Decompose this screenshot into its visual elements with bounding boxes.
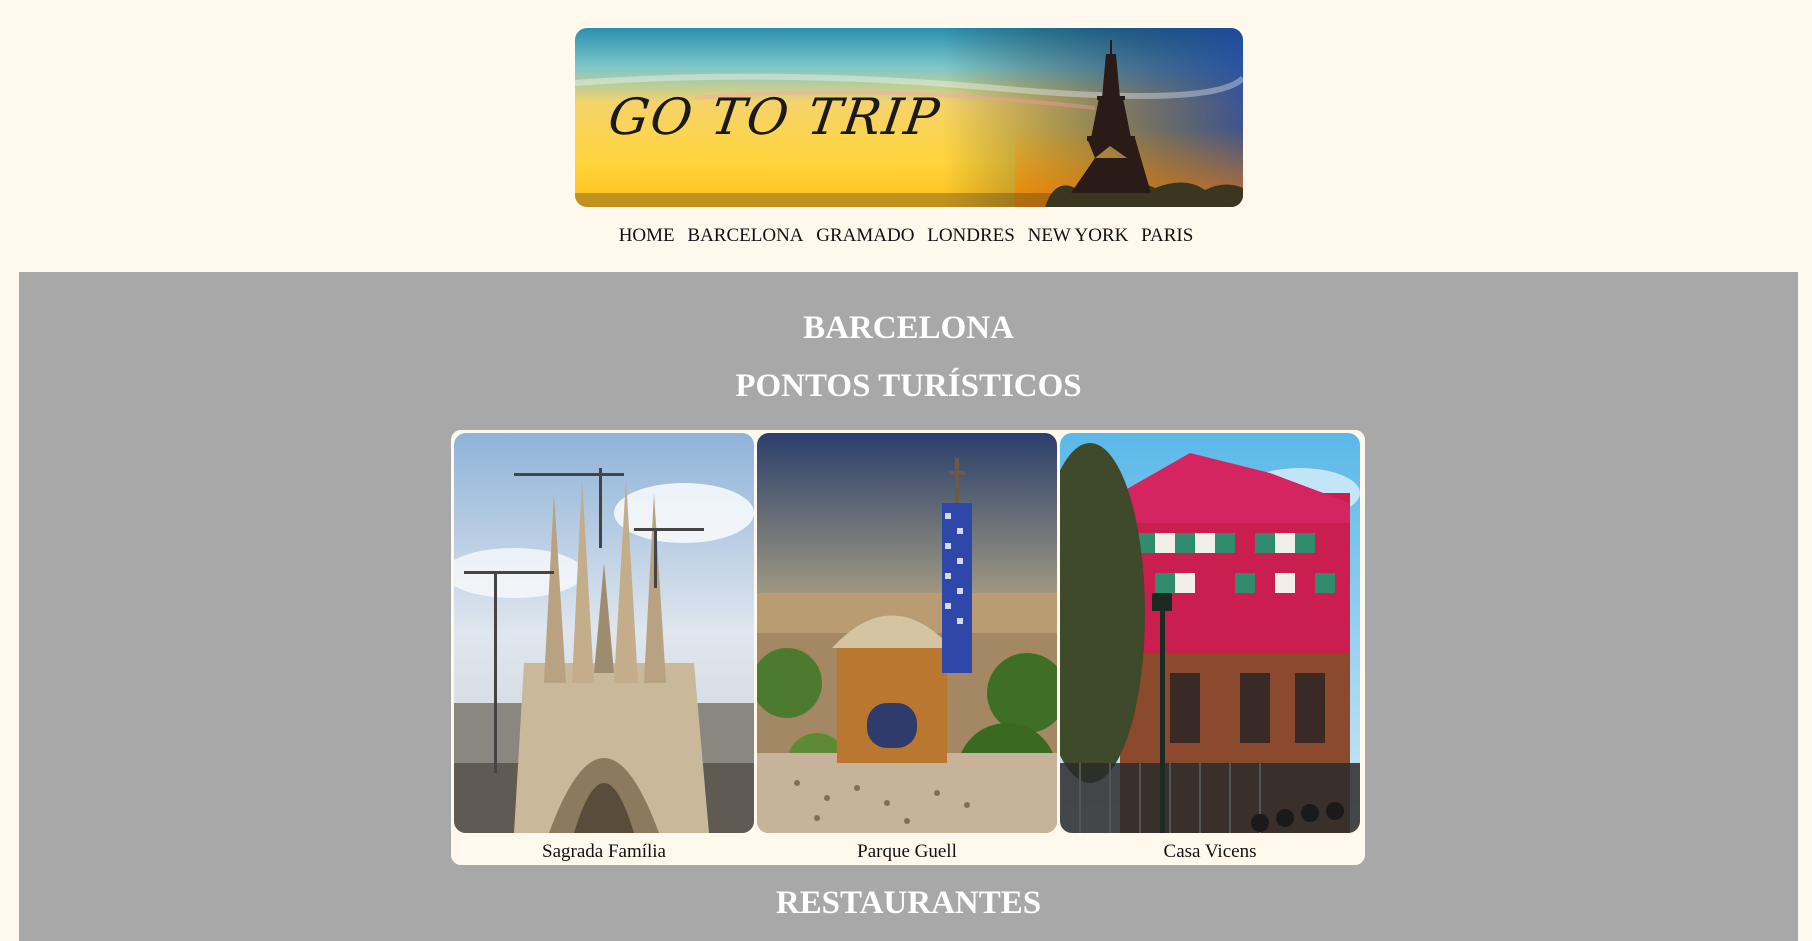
parque-guell-photo — [757, 433, 1057, 833]
nav-home-link[interactable]: HOME — [619, 225, 675, 246]
attraction-caption: Parque Guell — [857, 841, 957, 862]
main-content: BARCELONA PONTOS TURÍSTICOS Sagrada Famí… — [19, 272, 1798, 941]
casa-vicens-photo — [1060, 433, 1360, 833]
site-logo-title: GO TO TRIP — [604, 88, 945, 146]
city-title: BARCELONA — [803, 310, 1014, 346]
section-title-restaurants: RESTAURANTES — [775, 885, 1042, 921]
attractions-gallery: Sagrada Família Parque Guell Casa Vicens — [451, 430, 1365, 865]
page: GO TO TRIP HOME BARCELONA GRAMADO LONDRE… — [0, 0, 1812, 941]
nav-gramado-link[interactable]: GRAMADO — [816, 225, 914, 246]
nav-paris-link[interactable]: PARIS — [1141, 225, 1193, 246]
section-title-attractions: PONTOS TURÍSTICOS — [735, 368, 1082, 404]
header-banner: GO TO TRIP — [575, 28, 1243, 207]
attraction-card-parque-guell[interactable]: Parque Guell — [757, 433, 1057, 863]
attraction-card-sagrada-familia[interactable]: Sagrada Família — [454, 433, 754, 863]
nav-new-york-link[interactable]: NEW YORK — [1028, 225, 1129, 246]
sagrada-familia-photo — [454, 433, 754, 833]
main-nav: HOME BARCELONA GRAMADO LONDRES NEW YORK … — [0, 225, 1812, 247]
attraction-caption: Casa Vicens — [1163, 841, 1257, 862]
nav-barcelona-link[interactable]: BARCELONA — [687, 225, 803, 246]
attraction-caption: Sagrada Família — [542, 841, 666, 862]
nav-londres-link[interactable]: LONDRES — [927, 225, 1015, 246]
attraction-card-casa-vicens[interactable]: Casa Vicens — [1060, 433, 1360, 863]
